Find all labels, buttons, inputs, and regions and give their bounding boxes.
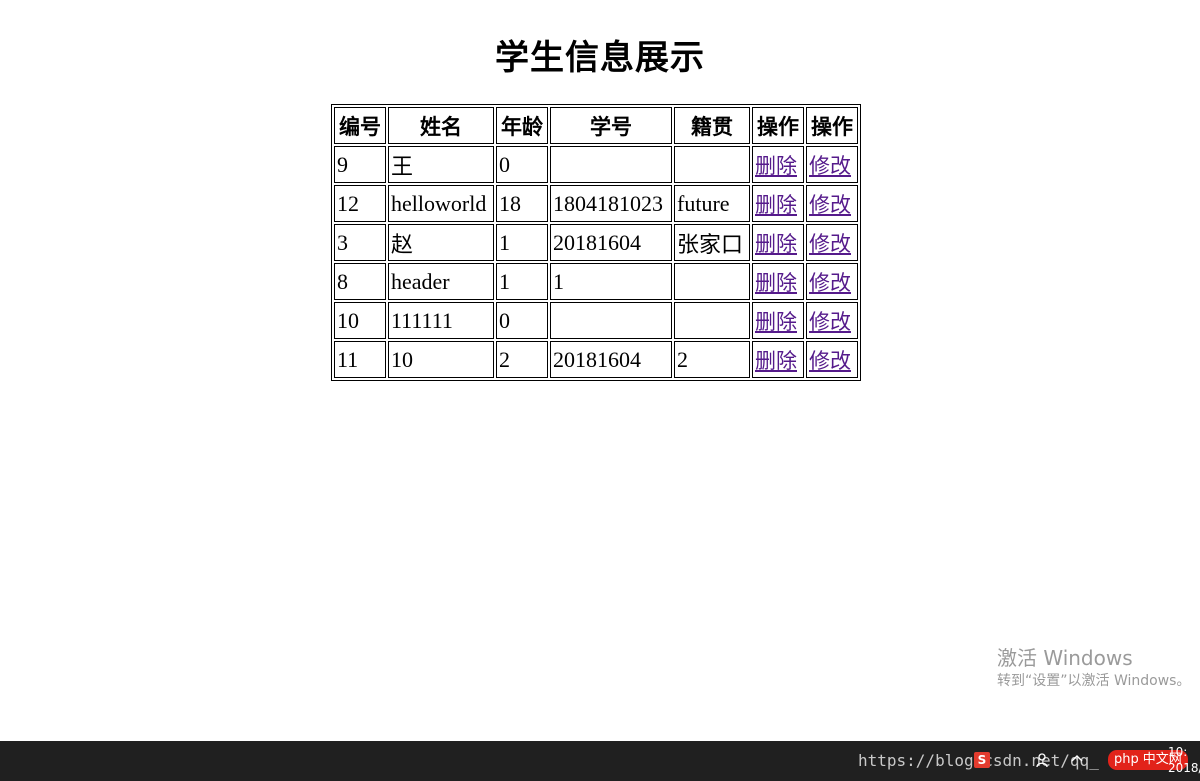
edit-link[interactable]: 修改	[809, 154, 851, 178]
cell-id: 12	[334, 185, 386, 222]
cell-delete: 删除	[752, 185, 804, 222]
table-row: 12 helloworld 18 1804181023 future 删除 修改	[334, 185, 858, 222]
delete-link[interactable]: 删除	[755, 271, 797, 295]
cell-id: 9	[334, 146, 386, 183]
cell-age: 0	[496, 146, 548, 183]
cell-student-no: 20181604	[550, 224, 672, 261]
header-name: 姓名	[388, 107, 494, 144]
delete-link[interactable]: 删除	[755, 349, 797, 373]
delete-link[interactable]: 删除	[755, 232, 797, 256]
table-row: 11 10 2 20181604 2 删除 修改	[334, 341, 858, 378]
header-action-edit: 操作	[806, 107, 858, 144]
cell-delete: 删除	[752, 302, 804, 339]
cell-name: 赵	[388, 224, 494, 261]
header-id: 编号	[334, 107, 386, 144]
cell-hometown: 张家口	[674, 224, 750, 261]
cell-edit: 修改	[806, 341, 858, 378]
clock-date: 2018/	[1168, 761, 1200, 775]
page-title: 学生信息展示	[495, 38, 705, 78]
cell-id: 3	[334, 224, 386, 261]
cell-id: 8	[334, 263, 386, 300]
cell-hometown	[674, 263, 750, 300]
header-hometown: 籍贯	[674, 107, 750, 144]
table-row: 10 111111 0 删除 修改	[334, 302, 858, 339]
cell-age: 18	[496, 185, 548, 222]
page: 学生信息展示 编号 姓名 年龄 学号 籍贯 操作 操作 9 王 0 删除 修改	[0, 0, 1200, 781]
cell-student-no: 1	[550, 263, 672, 300]
watermark-title: 激活 Windows	[997, 646, 1133, 670]
windows-activation-watermark: 激活 Windows 转到“设置”以激活 Windows。	[997, 645, 1190, 691]
sogou-input-icon[interactable]: S	[974, 752, 990, 768]
cell-age: 2	[496, 341, 548, 378]
cell-student-no	[550, 302, 672, 339]
taskbar: https://blog.csdn.net/qq_ S php中文网 10: 2…	[0, 741, 1200, 781]
cell-name: helloworld	[388, 185, 494, 222]
delete-link[interactable]: 删除	[755, 154, 797, 178]
php-badge-label: php	[1114, 752, 1139, 767]
header-student-no: 学号	[550, 107, 672, 144]
cell-delete: 删除	[752, 224, 804, 261]
cell-hometown	[674, 146, 750, 183]
cell-delete: 删除	[752, 263, 804, 300]
people-icon[interactable]	[1036, 752, 1052, 772]
cell-name: 10	[388, 341, 494, 378]
cell-delete: 删除	[752, 341, 804, 378]
cell-student-no: 20181604	[550, 341, 672, 378]
cell-edit: 修改	[806, 185, 858, 222]
header-age: 年龄	[496, 107, 548, 144]
cell-student-no	[550, 146, 672, 183]
watermark-subtitle: 转到“设置”以激活 Windows。	[997, 673, 1191, 689]
cell-hometown: 2	[674, 341, 750, 378]
cell-age: 1	[496, 263, 548, 300]
table-row: 8 header 1 1 删除 修改	[334, 263, 858, 300]
cell-hometown	[674, 302, 750, 339]
cell-name: 111111	[388, 302, 494, 339]
header-action-delete: 操作	[752, 107, 804, 144]
delete-link[interactable]: 删除	[755, 310, 797, 334]
cell-id: 10	[334, 302, 386, 339]
edit-link[interactable]: 修改	[809, 193, 851, 217]
cell-age: 0	[496, 302, 548, 339]
table-row: 9 王 0 删除 修改	[334, 146, 858, 183]
edit-link[interactable]: 修改	[809, 310, 851, 334]
cell-delete: 删除	[752, 146, 804, 183]
chevron-up-icon[interactable]	[1070, 752, 1084, 770]
cell-hometown: future	[674, 185, 750, 222]
cell-age: 1	[496, 224, 548, 261]
table-header-row: 编号 姓名 年龄 学号 籍贯 操作 操作	[334, 107, 858, 144]
edit-link[interactable]: 修改	[809, 349, 851, 373]
student-table: 编号 姓名 年龄 学号 籍贯 操作 操作 9 王 0 删除 修改 12 hell	[331, 104, 861, 381]
cell-id: 11	[334, 341, 386, 378]
cell-student-no: 1804181023	[550, 185, 672, 222]
edit-link[interactable]: 修改	[809, 271, 851, 295]
clock-time: 10:	[1168, 745, 1188, 759]
cell-edit: 修改	[806, 146, 858, 183]
cell-name: header	[388, 263, 494, 300]
cell-edit: 修改	[806, 224, 858, 261]
cell-edit: 修改	[806, 302, 858, 339]
cell-name: 王	[388, 146, 494, 183]
table-row: 3 赵 1 20181604 张家口 删除 修改	[334, 224, 858, 261]
system-clock[interactable]: 10: 2018/	[1168, 744, 1200, 776]
cell-edit: 修改	[806, 263, 858, 300]
edit-link[interactable]: 修改	[809, 232, 851, 256]
delete-link[interactable]: 删除	[755, 193, 797, 217]
